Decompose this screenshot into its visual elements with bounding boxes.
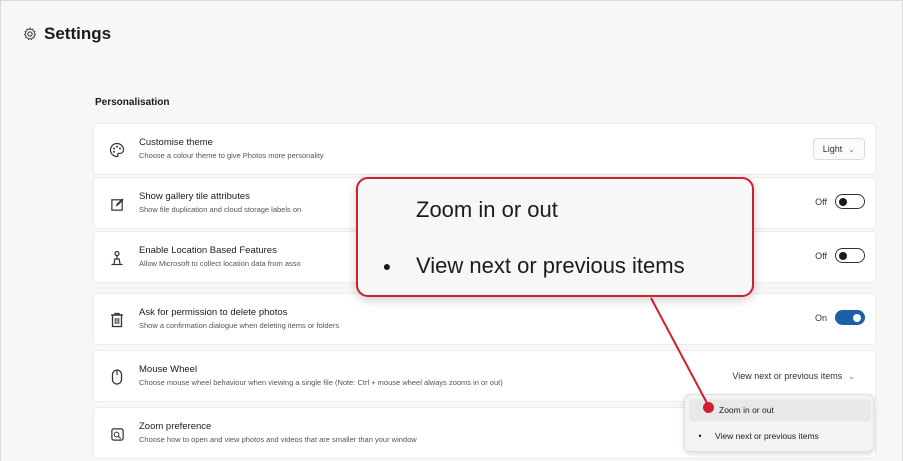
setting-title: Enable Location Based Features bbox=[139, 245, 277, 256]
menu-item-view-next[interactable]: • View next or previous items bbox=[685, 425, 873, 447]
zoom-image-icon bbox=[108, 425, 126, 443]
setting-description: Allow Microsoft to collect location data… bbox=[139, 259, 301, 268]
mouse-wheel-dropdown-value: View next or previous items bbox=[732, 371, 843, 381]
callout-option-label: Zoom in or out bbox=[416, 197, 558, 222]
location-person-icon bbox=[108, 249, 126, 267]
selected-bullet-icon: • bbox=[698, 431, 702, 441]
toggle-switch[interactable] bbox=[835, 310, 865, 325]
callout-option-view-next: ● View next or previous items bbox=[358, 249, 752, 283]
settings-window: Settings Personalisation Customise theme… bbox=[0, 0, 903, 461]
menu-item-zoom[interactable]: Zoom in or out bbox=[689, 399, 871, 421]
setting-description: Show file duplication and cloud storage … bbox=[139, 205, 302, 214]
annotation-dot bbox=[703, 402, 714, 413]
mouse-icon bbox=[108, 368, 126, 386]
location-features-toggle[interactable]: Off bbox=[815, 248, 865, 263]
toggle-state-label: On bbox=[814, 312, 827, 323]
theme-dropdown[interactable]: Light ⌄ bbox=[812, 138, 865, 160]
toggle-state-label: Off bbox=[815, 196, 827, 207]
gallery-attributes-toggle[interactable]: Off bbox=[815, 194, 865, 209]
callout-option-label: View next or previous items bbox=[416, 253, 685, 278]
menu-item-label: Zoom in or out bbox=[719, 405, 774, 415]
selected-bullet-icon: ● bbox=[382, 258, 392, 274]
section-label: Personalisation bbox=[95, 97, 170, 108]
setting-title: Ask for permission to delete photos bbox=[139, 307, 288, 318]
mouse-wheel-menu: Zoom in or out • View next or previous i… bbox=[684, 394, 874, 452]
setting-title: Mouse Wheel bbox=[139, 364, 198, 375]
toggle-state-label: Off bbox=[815, 250, 827, 261]
setting-description: Choose a colour theme to give Photos mor… bbox=[139, 151, 324, 160]
trash-icon bbox=[108, 311, 126, 329]
setting-title: Zoom preference bbox=[139, 421, 212, 432]
callout-option-zoom: Zoom in or out bbox=[358, 193, 752, 227]
theme-dropdown-value: Light bbox=[822, 144, 843, 154]
setting-title: Show gallery tile attributes bbox=[139, 191, 250, 202]
mouse-wheel-dropdown[interactable]: View next or previous items ⌄ bbox=[722, 365, 865, 387]
setting-description: Choose mouse wheel behaviour when viewin… bbox=[139, 378, 503, 387]
page-title: Settings bbox=[44, 24, 112, 43]
setting-customise-theme: Customise theme Choose a colour theme to… bbox=[93, 123, 876, 175]
menu-item-label: View next or previous items bbox=[715, 431, 819, 441]
setting-title: Customise theme bbox=[139, 137, 213, 148]
chevron-down-icon: ⌄ bbox=[848, 144, 855, 154]
delete-permission-toggle[interactable]: On bbox=[815, 310, 865, 325]
palette-icon bbox=[108, 141, 126, 159]
chevron-down-icon: ⌄ bbox=[848, 371, 855, 381]
gear-icon bbox=[23, 27, 37, 41]
edit-tile-icon bbox=[108, 195, 126, 213]
toggle-switch[interactable] bbox=[835, 194, 865, 209]
setting-delete-permission: Ask for permission to delete photos Show… bbox=[93, 293, 876, 345]
page-header: Settings bbox=[23, 21, 111, 47]
setting-description: Show a confirmation dialogue when deleti… bbox=[139, 321, 340, 330]
zoomed-callout: Zoom in or out ● View next or previous i… bbox=[356, 177, 754, 297]
toggle-switch[interactable] bbox=[835, 248, 865, 263]
setting-description: Choose how to open and view photos and v… bbox=[139, 435, 417, 444]
